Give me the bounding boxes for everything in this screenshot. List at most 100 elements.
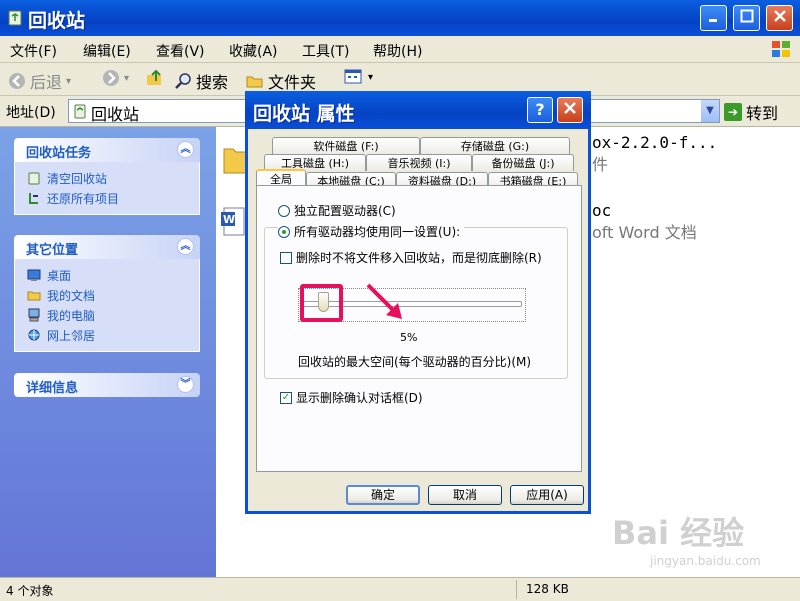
tab-drive-j[interactable]: 备份磁盘 (J:) — [472, 154, 574, 171]
delete-permanently-label: 删除时不将文件移入回收站，而是彻底删除(R) — [296, 251, 542, 265]
status-bar: 4 个对象 128 KB — [0, 577, 800, 601]
windows-logo-icon — [772, 41, 790, 57]
go-arrow-icon: ➔ — [724, 103, 742, 121]
details-header[interactable]: 详细信息 ︾ — [14, 373, 200, 397]
collapse-chevron-icon[interactable]: ︽ — [177, 238, 194, 255]
views-dropdown-icon: ▾ — [368, 71, 374, 83]
my-computer-link[interactable]: 我的电脑 — [27, 305, 199, 325]
window-titlebar[interactable]: 回收站 — [0, 0, 800, 36]
search-label: 搜索 — [196, 73, 229, 92]
search-icon — [175, 73, 191, 89]
dialog-close-button[interactable] — [557, 97, 583, 123]
confirm-dialog-option[interactable]: ✓ 显示删除确认对话框(D) — [280, 389, 423, 406]
address-label: 地址(D) — [6, 105, 56, 121]
checkbox-confirm-delete[interactable]: ✓ — [280, 391, 292, 404]
tab-drive-f[interactable]: 软件磁盘 (F:) — [272, 137, 420, 154]
menu-edit[interactable]: 编辑(E) — [83, 41, 131, 61]
address-dropdown-button[interactable]: ▼ — [701, 100, 719, 122]
maximize-button[interactable] — [733, 5, 760, 31]
restore-all-link[interactable]: 还原所有项目 — [27, 188, 199, 208]
slider-caption: 回收站的最大空间(每个驱动器的百分比)(M) — [298, 355, 532, 369]
slider-percent-label: 5% — [400, 331, 418, 344]
task-pane: 回收站任务 ︽ 清空回收站 还原所有项目 其它位置 ︽ 桌面 我的文档 我的电脑… — [0, 127, 216, 577]
close-icon — [773, 10, 786, 22]
computer-icon — [28, 308, 40, 322]
panel-title: 详细信息 — [26, 381, 79, 396]
go-button[interactable]: ➔ 转到 — [724, 100, 778, 124]
status-separator — [516, 580, 517, 599]
dialog-titlebar[interactable]: 回收站 属性 ? — [245, 91, 591, 129]
forward-dropdown-icon[interactable]: ▾ — [124, 73, 129, 84]
radio-same-label: 所有驱动器均使用同一设置(U): — [294, 225, 461, 239]
status-object-count: 4 个对象 — [6, 584, 54, 598]
radio-same-option[interactable]: 所有驱动器均使用同一设置(U): — [278, 223, 465, 240]
minimize-button[interactable] — [700, 5, 727, 31]
folders-button[interactable]: 文件夹 — [246, 69, 316, 93]
up-folder-button[interactable] — [146, 69, 164, 87]
menu-tools[interactable]: 工具(T) — [302, 41, 349, 61]
panel-title: 回收站任务 — [26, 146, 92, 161]
svg-text:W: W — [223, 213, 235, 226]
radio-independent[interactable] — [278, 204, 290, 217]
address-value: 回收站 — [91, 105, 140, 124]
radio-independent-label: 独立配置驱动器(C) — [294, 204, 396, 218]
go-label: 转到 — [746, 104, 779, 123]
panel-item-label: 桌面 — [47, 268, 72, 283]
cancel-button[interactable]: 取消 — [428, 485, 502, 505]
menu-help[interactable]: 帮助(H) — [373, 41, 422, 61]
other-places-body: 桌面 我的文档 我的电脑 网上邻居 — [14, 259, 200, 352]
file-name-1[interactable]: ox-2.2.0-f... — [592, 133, 717, 152]
folders-label: 文件夹 — [268, 73, 317, 92]
menu-file[interactable]: 文件(F) — [10, 41, 57, 61]
tab-drive-g[interactable]: 存储磁盘 (G:) — [420, 137, 570, 154]
forward-arrow-icon — [103, 70, 119, 86]
panel-title: 其它位置 — [26, 243, 79, 258]
checkbox-delete-permanently[interactable] — [280, 251, 292, 264]
close-button[interactable] — [766, 5, 793, 31]
menu-view[interactable]: 查看(V) — [156, 41, 205, 61]
expand-chevron-icon[interactable]: ︾ — [177, 376, 194, 393]
ok-button[interactable]: 确定 — [346, 485, 420, 505]
annotation-highlight-box — [300, 284, 343, 322]
forward-button[interactable]: ▾ — [102, 69, 129, 87]
delete-permanently-option[interactable]: 删除时不将文件移入回收站，而是彻底删除(R) — [280, 249, 542, 266]
radio-independent-option[interactable]: 独立配置驱动器(C) — [278, 202, 396, 219]
dialog-title: 回收站 属性 — [253, 103, 355, 125]
recycle-tasks-header[interactable]: 回收站任务 ︽ — [14, 138, 200, 162]
file-type-1: 件 — [592, 155, 609, 174]
tab-drive-i[interactable]: 音乐视频 (I:) — [366, 154, 472, 171]
help-icon: ? — [535, 100, 545, 119]
views-button[interactable]: ▾ — [344, 69, 373, 85]
radio-same[interactable] — [278, 225, 290, 238]
network-places-link[interactable]: 网上邻居 — [27, 325, 199, 345]
panel-item-label: 网上邻居 — [47, 328, 96, 343]
empty-recycle-bin-link[interactable]: 清空回收站 — [27, 168, 199, 188]
panel-item-label: 我的文档 — [47, 288, 96, 303]
desktop-link[interactable]: 桌面 — [27, 265, 199, 285]
my-documents-link[interactable]: 我的文档 — [27, 285, 199, 305]
confirm-dialog-label: 显示删除确认对话框(D) — [296, 391, 423, 405]
folder-icon — [246, 76, 263, 88]
collapse-chevron-icon[interactable]: ︽ — [177, 141, 194, 158]
back-dropdown-icon[interactable]: ▾ — [66, 76, 71, 87]
word-document-icon: W — [221, 207, 245, 236]
recycle-bin-icon — [8, 10, 22, 26]
back-button[interactable]: 后退 ▾ — [8, 69, 71, 93]
file-name-2[interactable]: oc — [592, 201, 611, 220]
annotation-arrow-icon — [366, 283, 402, 319]
up-folder-icon — [147, 69, 161, 85]
file-type-2: oft Word 文档 — [592, 223, 697, 242]
other-places-header[interactable]: 其它位置 ︽ — [14, 235, 200, 259]
restore-icon — [29, 193, 38, 204]
menu-bar: 文件(F) 编辑(E) 查看(V) 收藏(A) 工具(T) 帮助(H) — [0, 36, 800, 63]
search-button[interactable]: 搜索 — [174, 69, 228, 93]
recycle-bin-icon — [28, 172, 40, 185]
apply-button[interactable]: 应用(A) — [510, 485, 584, 505]
back-label: 后退 — [30, 73, 63, 92]
menu-favorites[interactable]: 收藏(A) — [229, 41, 278, 61]
help-button[interactable]: ? — [527, 97, 553, 123]
details-panel: 详细信息 ︾ — [14, 373, 200, 397]
desktop-icon — [27, 269, 41, 281]
properties-dialog: 回收站 属性 ? 软件磁盘 (F:) 存储磁盘 (G:) 工具磁盘 (H:) 音… — [245, 91, 591, 514]
back-arrow-icon — [9, 73, 25, 89]
